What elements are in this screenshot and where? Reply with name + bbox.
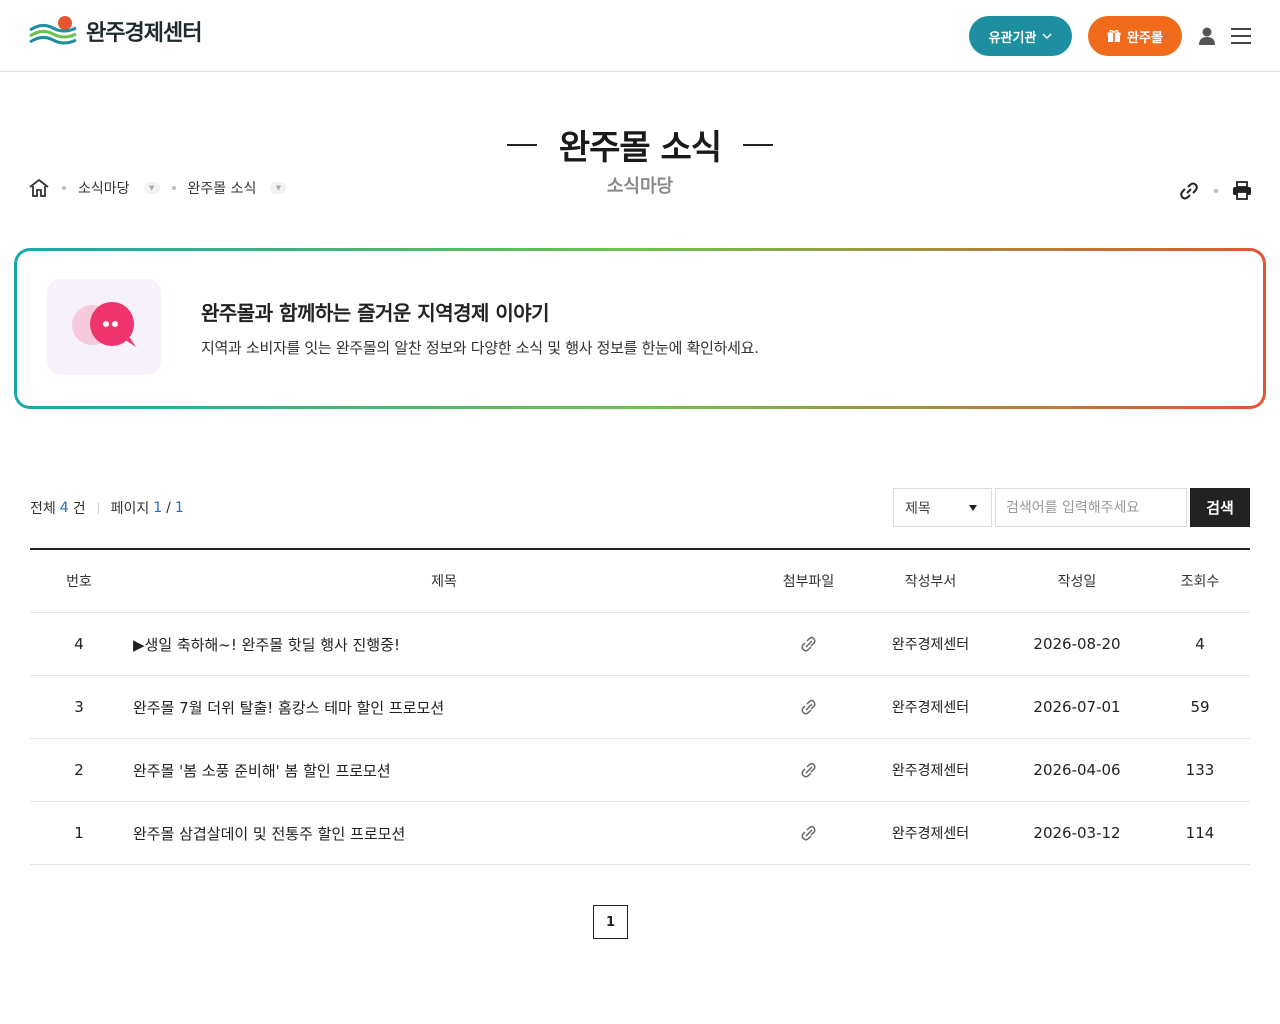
- logo-text: 완주경제센터: [86, 21, 202, 46]
- intro-banner: 완주몰과 함께하는 즐거운 지역경제 이야기 지역과 소비자를 잇는 완주몰의 …: [14, 248, 1266, 409]
- row-dept: 완주경제센터: [891, 763, 970, 779]
- chevron-down-icon[interactable]: ▼: [143, 182, 160, 194]
- page-label: 페이지: [110, 501, 150, 517]
- row-number: 2: [74, 761, 84, 779]
- row-title-link[interactable]: 완주몰 삼겹살데이 및 전통주 할인 프로모션: [128, 823, 760, 844]
- related-org-button[interactable]: 유관기관: [969, 16, 1072, 56]
- table-header-row: 번호 제목 첨부파일 작성부서 작성일 조회수: [30, 550, 1250, 613]
- table-row[interactable]: 4 ▶생일 축하해~! 완주몰 핫딜 행사 진행중! 완주경제센터 2026-0…: [30, 613, 1250, 676]
- board-table: 번호 제목 첨부파일 작성부서 작성일 조회수 4 ▶생일 축하해~! 완주몰 …: [30, 548, 1250, 865]
- home-icon[interactable]: [28, 178, 50, 198]
- gift-icon: [1107, 29, 1121, 42]
- hamburger-menu-icon[interactable]: [1230, 26, 1252, 46]
- total-unit: 건: [72, 501, 86, 517]
- intro-banner-body: 완주몰과 함께하는 즐거운 지역경제 이야기 지역과 소비자를 잇는 완주몰의 …: [17, 251, 1263, 406]
- col-header-dept: 작성부서: [904, 574, 957, 590]
- chevron-down-icon[interactable]: ▼: [270, 182, 287, 194]
- row-dept: 완주경제센터: [891, 637, 970, 653]
- page-title: 완주몰 소식: [506, 120, 774, 169]
- row-views: 59: [1190, 698, 1210, 716]
- banner-description: 지역과 소비자를 잇는 완주몰의 알찬 정보와 다양한 소식 및 행사 정보를 …: [201, 339, 759, 357]
- row-title-link[interactable]: 완주몰 7월 더위 탈출! 홈캉스 테마 할인 프로모션: [128, 697, 760, 718]
- table-row[interactable]: 2 완주몰 '봄 소풍 준비해' 봄 할인 프로모션 완주경제센터 2026-0…: [30, 739, 1250, 802]
- link-share-icon[interactable]: [1178, 180, 1200, 202]
- site-header: 완주경제센터 유관기관 완주몰: [0, 0, 1280, 72]
- row-date: 2026-04-06: [1033, 761, 1121, 779]
- chevron-down-icon: [1042, 33, 1052, 39]
- row-title-link[interactable]: ▶생일 축하해~! 완주몰 핫딜 행사 진행중!: [128, 634, 760, 655]
- attachment-cell: [760, 698, 857, 716]
- page-title-area: 완주몰 소식: [0, 120, 1280, 169]
- title-dash-left: [506, 143, 537, 146]
- table-row[interactable]: 3 완주몰 7월 더위 탈출! 홈캉스 테마 할인 프로모션 완주경제센터 20…: [30, 676, 1250, 739]
- row-dept: 완주경제센터: [891, 700, 970, 716]
- attachment-cell: [760, 824, 857, 842]
- total-label: 전체: [30, 501, 56, 517]
- wanju-mall-button[interactable]: 완주몰: [1088, 16, 1182, 56]
- breadcrumb-label: 완주몰 소식: [187, 181, 257, 197]
- row-date: 2026-08-20: [1033, 635, 1121, 653]
- row-date: 2026-03-12: [1033, 824, 1121, 842]
- row-views: 133: [1185, 761, 1215, 779]
- col-header-file: 첨부파일: [782, 574, 835, 590]
- search-field-value: 제목: [905, 500, 931, 517]
- info-divider: [97, 502, 99, 514]
- title-dash-right: [743, 143, 774, 146]
- chat-bubble-icon: [47, 279, 161, 375]
- row-views: 114: [1185, 824, 1215, 842]
- row-number: 1: [74, 824, 84, 842]
- paperclip-icon[interactable]: [800, 761, 818, 779]
- page-slash: /: [166, 500, 171, 516]
- row-title-link[interactable]: 완주몰 '봄 소풍 준비해' 봄 할인 프로모션: [128, 760, 760, 781]
- related-org-label: 유관기관: [988, 30, 1037, 46]
- page-total: 1: [174, 500, 184, 516]
- attachment-cell: [760, 761, 857, 779]
- pagination-page-current[interactable]: 1: [593, 905, 628, 939]
- row-views: 4: [1195, 635, 1205, 653]
- user-icon[interactable]: [1196, 25, 1218, 47]
- attachment-cell: [760, 635, 857, 653]
- row-dept: 완주경제센터: [891, 826, 970, 842]
- board-search: 제목 검색: [893, 488, 1250, 527]
- wanju-mall-label: 완주몰: [1127, 30, 1163, 46]
- col-header-title: 제목: [431, 574, 457, 590]
- search-input[interactable]: [995, 488, 1187, 527]
- breadcrumb-item-mall-news[interactable]: 완주몰 소식 ▼: [188, 178, 287, 198]
- tool-separator: [1214, 189, 1218, 193]
- breadcrumb-item-news[interactable]: 소식마당 ▼: [78, 178, 160, 198]
- search-button[interactable]: 검색: [1190, 488, 1250, 527]
- paperclip-icon[interactable]: [800, 635, 818, 653]
- banner-title: 완주몰과 함께하는 즐거운 지역경제 이야기: [201, 301, 550, 325]
- breadcrumb: 소식마당 ▼ 완주몰 소식 ▼: [28, 178, 287, 198]
- page-title-text: 완주몰 소식: [558, 128, 722, 168]
- row-number: 3: [74, 698, 84, 716]
- paperclip-icon[interactable]: [800, 698, 818, 716]
- page-tools: [1178, 180, 1252, 202]
- breadcrumb-separator: [62, 186, 66, 190]
- col-header-no: 번호: [66, 574, 92, 590]
- table-row[interactable]: 1 완주몰 삼겹살데이 및 전통주 할인 프로모션 완주경제센터 2026-03…: [30, 802, 1250, 865]
- search-field-select[interactable]: 제목: [893, 488, 992, 527]
- breadcrumb-label: 소식마당: [78, 181, 130, 197]
- page-current: 1: [153, 500, 163, 516]
- dropdown-arrow-icon: [969, 504, 977, 511]
- paperclip-icon[interactable]: [800, 824, 818, 842]
- board-count-info: 전체 4 건 페이지 1 / 1: [30, 498, 184, 518]
- col-header-views: 조회수: [1180, 574, 1220, 590]
- row-number: 4: [74, 635, 84, 653]
- col-header-date: 작성일: [1057, 574, 1097, 590]
- total-count: 4: [59, 500, 69, 516]
- logo-mark-icon: [29, 16, 77, 45]
- breadcrumb-separator: [171, 186, 176, 190]
- site-logo[interactable]: 완주경제센터: [28, 14, 202, 48]
- print-icon[interactable]: [1232, 181, 1252, 201]
- row-date: 2026-07-01: [1033, 698, 1121, 716]
